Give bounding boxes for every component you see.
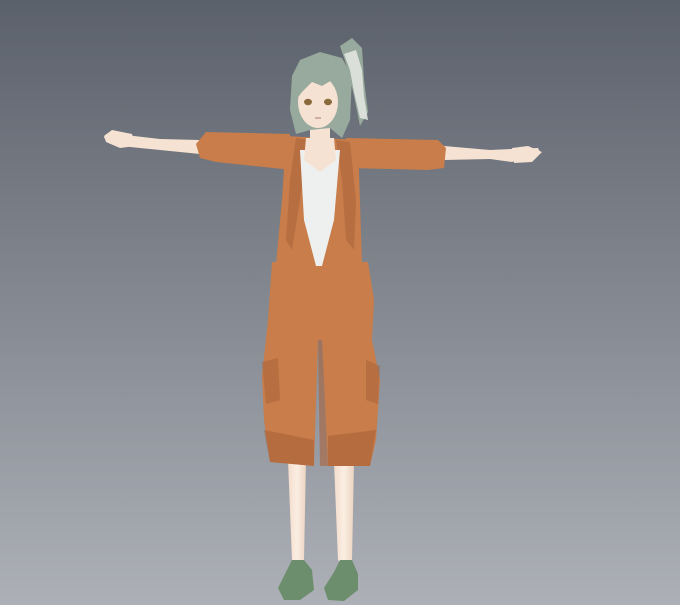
cargo-pocket-right (366, 360, 380, 404)
left-eye (304, 98, 312, 106)
right-eye (324, 98, 332, 106)
right-sleeve (346, 138, 446, 170)
3d-viewport[interactable] (0, 0, 680, 605)
scene-canvas[interactable] (0, 0, 680, 605)
